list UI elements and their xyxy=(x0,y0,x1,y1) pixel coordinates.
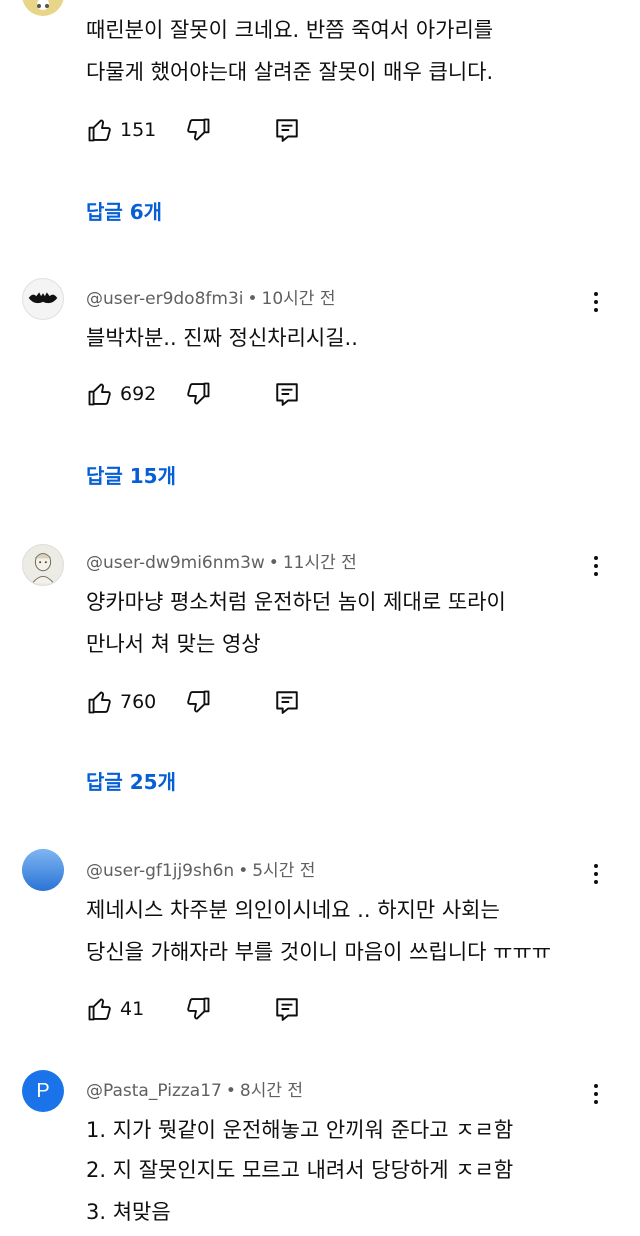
comment-time: 8시간 전 xyxy=(239,1081,304,1101)
comment-actions: 760 xyxy=(86,688,346,718)
thumb-up-icon xyxy=(88,691,111,714)
comment-text-line: 1. 지가 뭣같이 운전해놓고 안끼워 준다고 ㅈㄹ함 xyxy=(86,1118,514,1142)
reply-icon xyxy=(276,119,298,142)
thumb-up-icon xyxy=(88,998,111,1021)
comment-text-line: 다물게 했어야는대 살려준 잘못이 매우 큽니다. xyxy=(86,60,494,84)
reply-button[interactable] xyxy=(274,689,300,719)
reply-icon xyxy=(276,998,298,1021)
separator-dot: • xyxy=(225,1081,236,1101)
more-vert-icon[interactable] xyxy=(586,1081,606,1107)
comment-meta: @user-er9do8fm3i • 10시간 전 xyxy=(86,284,335,309)
separator-dot: • xyxy=(238,861,249,881)
avatar-letter: P xyxy=(36,1079,50,1102)
avatar[interactable] xyxy=(22,849,64,891)
dislike-button[interactable] xyxy=(184,116,212,148)
dislike-button[interactable] xyxy=(184,995,212,1027)
comment-text-line: 제네시스 차주분 의인이시네요 .. 하지만 사회는 xyxy=(86,898,500,922)
comment-meta: @Pasta_Pizza17 • 8시간 전 xyxy=(86,1076,303,1101)
comment-time: 11시간 전 xyxy=(282,553,357,573)
view-replies-link[interactable]: 답글 15개 xyxy=(86,460,176,489)
thumb-down-icon xyxy=(187,118,210,141)
like-button[interactable]: 151 xyxy=(86,116,156,144)
view-replies-link[interactable]: 답글 6개 xyxy=(86,196,162,225)
separator-dot: • xyxy=(268,553,279,573)
comment-text-line: 2. 지 잘못인지도 모르고 내려서 당당하게 ㅈㄹ함 xyxy=(86,1158,514,1182)
avatar[interactable] xyxy=(22,278,64,320)
comment-text-line: 블박차분.. 진짜 정신차리시길.. xyxy=(86,326,358,350)
like-button[interactable]: 41 xyxy=(86,995,144,1023)
comment-time: 5시간 전 xyxy=(252,861,316,881)
thumb-up-icon xyxy=(88,383,111,406)
comment-author[interactable]: @Pasta_Pizza17 xyxy=(86,1081,222,1101)
dislike-button[interactable] xyxy=(184,380,212,412)
comment-actions: 151 xyxy=(86,116,346,146)
avatar[interactable]: P xyxy=(22,1070,64,1112)
comment-text-line: 당신을 가해자라 부를 것이니 마음이 쓰립니다 ㅠㅠㅠ xyxy=(86,940,552,964)
reply-icon xyxy=(276,691,298,714)
reply-button[interactable] xyxy=(274,996,300,1026)
comment-actions: 692 xyxy=(86,380,346,410)
thumb-down-icon xyxy=(187,690,210,713)
comment-text-line: 만나서 쳐 맞는 영상 xyxy=(86,632,261,656)
comment-meta: @user-gf1jj9sh6n • 5시간 전 xyxy=(86,856,315,881)
reply-button[interactable] xyxy=(274,117,300,147)
comment-author[interactable]: @user-gf1jj9sh6n xyxy=(86,861,234,881)
thumb-up-icon xyxy=(88,119,111,142)
thumb-down-icon xyxy=(187,997,210,1020)
comment-meta: @user-dw9mi6nm3w • 11시간 전 xyxy=(86,548,357,573)
comment-actions: 41 xyxy=(86,995,346,1025)
view-replies-link[interactable]: 답글 25개 xyxy=(86,766,176,795)
like-count: 692 xyxy=(120,383,157,405)
comment-author[interactable]: @user-er9do8fm3i xyxy=(86,289,243,309)
like-button[interactable]: 692 xyxy=(86,380,156,408)
comment-text-line: 때린분이 잘못이 크네요. 반쯤 죽여서 아가리를 xyxy=(86,18,494,42)
separator-dot: • xyxy=(247,289,258,309)
dislike-button[interactable] xyxy=(184,688,212,720)
comment-time: 10시간 전 xyxy=(261,289,336,309)
like-count: 760 xyxy=(120,691,157,713)
comment-author[interactable]: @user-dw9mi6nm3w xyxy=(86,553,265,573)
reply-icon xyxy=(276,383,298,406)
like-count: 41 xyxy=(120,998,145,1020)
more-vert-icon[interactable] xyxy=(586,861,606,887)
avatar[interactable] xyxy=(22,0,64,16)
more-vert-icon[interactable] xyxy=(586,553,606,579)
more-vert-icon[interactable] xyxy=(586,289,606,315)
avatar[interactable] xyxy=(22,544,64,586)
comment-text-line: 3. 쳐맞음 xyxy=(86,1200,171,1224)
comment-text-line: 양카마냥 평소처럼 운전하던 놈이 제대로 또라이 xyxy=(86,590,506,614)
reply-button[interactable] xyxy=(274,381,300,411)
like-count: 151 xyxy=(120,119,157,141)
like-button[interactable]: 760 xyxy=(86,688,156,716)
thumb-down-icon xyxy=(187,382,210,405)
